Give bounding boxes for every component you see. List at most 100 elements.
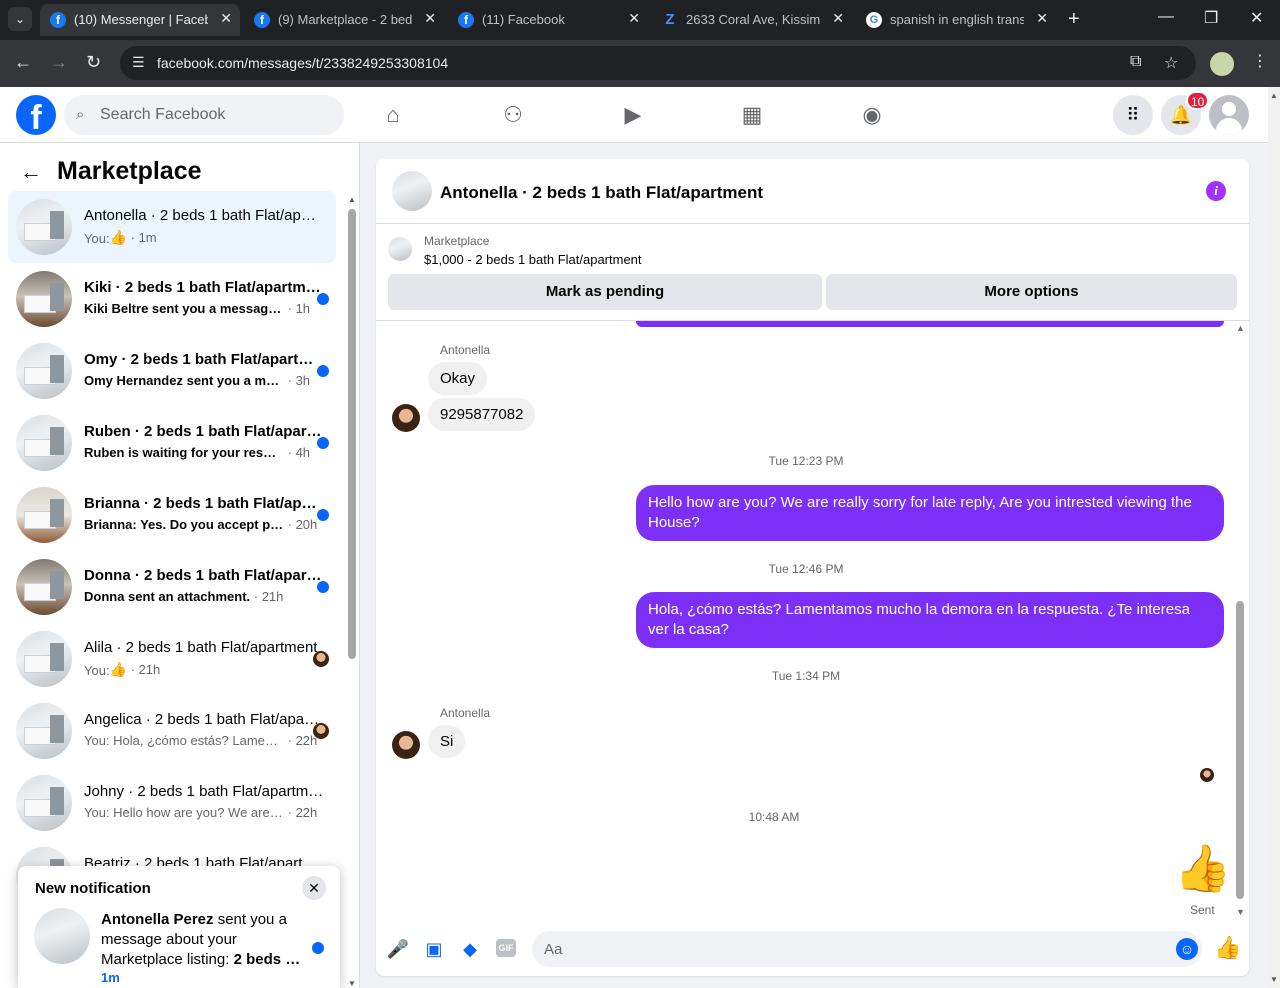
scroll-up-icon[interactable]: ▲ (1236, 323, 1245, 333)
site-settings-icon[interactable]: ☰ (132, 54, 145, 71)
conversation-item[interactable]: Alila · 2 beds 1 bath Flat/apartment You:… (8, 623, 336, 695)
incoming-message[interactable]: Okay (428, 362, 488, 395)
conversation-item[interactable]: Johny · 2 beds 1 bath Flat/apartment You:… (8, 767, 336, 839)
gaming-icon[interactable]: ◉ (858, 101, 886, 129)
video-icon[interactable]: ▶ (619, 101, 647, 129)
close-tab-icon[interactable]: ✕ (1036, 10, 1048, 27)
install-app-icon[interactable]: ⧉ (1130, 53, 1141, 71)
microphone-icon[interactable]: 🎤 (386, 937, 410, 961)
mark-as-pending-button[interactable]: Mark as pending (388, 274, 822, 310)
conversation-item[interactable]: Donna · 2 beds 1 bath Flat/apartment Donn… (8, 551, 336, 623)
close-window-icon[interactable]: ✕ (1250, 8, 1263, 28)
search-input[interactable] (100, 104, 330, 126)
tab-search-chevron-icon[interactable]: ⌄ (8, 7, 32, 31)
friends-icon[interactable]: ⚇ (499, 101, 527, 129)
preview-text: Brianna: Yes. Do you accept pets? (84, 517, 284, 532)
new-tab-icon[interactable]: + (1068, 8, 1080, 30)
browser-tab-facebook[interactable]: f (11) Facebook ✕ (448, 4, 648, 36)
back-arrow-icon[interactable]: ← (14, 52, 32, 73)
conversation-time: 4h (295, 445, 311, 460)
listing-summary[interactable]: $1,000 - 2 beds 1 bath Flat/apartment (424, 252, 642, 267)
scroll-up-icon[interactable]: ▲ (1270, 91, 1278, 100)
conversation-name: Ruben · 2 beds 1 bath Flat/apartment (84, 423, 324, 440)
listing-thumbnail (16, 559, 72, 615)
close-tab-icon[interactable]: ✕ (628, 10, 640, 27)
conversation-preview: You: 👍 · 21h (84, 661, 324, 678)
close-tab-icon[interactable]: ✕ (832, 10, 844, 27)
address-bar[interactable]: ☰ facebook.com/messages/t/23382492533081… (120, 46, 1196, 80)
previous-message-bubble (636, 321, 1224, 327)
forward-arrow-icon[interactable]: → (50, 52, 68, 73)
listing-thumbnail (16, 271, 72, 327)
page-scrollbar[interactable]: ▲ ▼ (1268, 87, 1280, 988)
chat-scrollbar[interactable]: ▲ ▼ (1234, 321, 1246, 917)
contact-avatar[interactable] (392, 404, 420, 432)
scroll-down-icon[interactable]: ▼ (1236, 907, 1245, 917)
back-arrow-icon[interactable]: ← (20, 159, 42, 185)
outgoing-message[interactable]: Hello how are you? We are really sorry f… (636, 485, 1224, 541)
more-options-button[interactable]: More options (826, 274, 1237, 310)
marketplace-label: Marketplace (424, 234, 490, 248)
sticker-icon[interactable]: ◆ (458, 937, 482, 961)
conversation-time: 1h (295, 301, 311, 316)
scroll-down-icon[interactable]: ▼ (348, 979, 356, 988)
minimize-icon[interactable]: — (1158, 8, 1174, 26)
conversation-time: 21h (261, 589, 284, 604)
close-tab-icon[interactable]: ✕ (220, 10, 232, 27)
chat-title[interactable]: Antonella · 2 beds 1 bath Flat/apartment (440, 183, 763, 203)
facebook-icon: f (50, 12, 66, 28)
chat-listing-avatar[interactable] (392, 171, 432, 211)
url-text: facebook.com/messages/t/2338249253308104 (157, 55, 449, 71)
conversation-item[interactable]: Antonella · 2 beds 1 bath Flat/apartment… (8, 191, 336, 263)
scroll-up-icon[interactable]: ▲ (348, 195, 356, 204)
notification-toast[interactable]: New notification ✕ Antonella Perez sent … (18, 866, 340, 988)
browser-tab-google[interactable]: G spanish in english translate ✕ (856, 4, 1056, 36)
incoming-message[interactable]: 9295877082 (428, 398, 536, 431)
emoji-icon[interactable]: ☺ (1176, 938, 1198, 960)
tab-title: spanish in english translate (890, 12, 1024, 27)
close-tab-icon[interactable]: ✕ (424, 10, 436, 27)
gif-icon[interactable]: GIF (496, 939, 516, 957)
facebook-logo-icon[interactable]: f (16, 95, 56, 135)
conversation-item[interactable]: Brianna · 2 beds 1 bath Flat/apartment Br… (8, 479, 336, 551)
browser-menu-icon[interactable]: ⋮ (1252, 51, 1268, 71)
info-icon[interactable]: i (1206, 181, 1226, 201)
restore-icon[interactable]: ❐ (1204, 8, 1218, 28)
thumbs-up-sticker-icon[interactable]: 👍 (1174, 843, 1231, 893)
close-icon[interactable]: ✕ (302, 876, 326, 900)
marketplace-icon[interactable]: ▦ (738, 101, 766, 129)
inbox-scrollbar[interactable]: ▲ ▼ (347, 195, 357, 988)
conversation-name: Johny · 2 beds 1 bath Flat/apartment (84, 783, 324, 800)
scroll-thumb[interactable] (1236, 601, 1244, 899)
conversation-item[interactable]: Kiki · 2 beds 1 bath Flat/apartment Kiki … (8, 263, 336, 335)
send-like-icon[interactable]: 👍 (1214, 935, 1241, 961)
bookmark-star-icon[interactable]: ☆ (1164, 53, 1178, 73)
scroll-down-icon[interactable]: ▼ (1270, 975, 1278, 984)
preview-text: Kiki Beltre sent you a message about you… (84, 301, 284, 316)
conversation-item[interactable]: Ruben · 2 beds 1 bath Flat/apartment Rube… (8, 407, 336, 479)
photo-icon[interactable]: ▣ (422, 937, 446, 961)
browser-tab-messenger[interactable]: f (10) Messenger | Facebook ✕ (40, 4, 240, 36)
reload-icon[interactable]: ↻ (86, 52, 101, 73)
account-avatar[interactable] (1209, 95, 1249, 135)
message-composer[interactable]: ☺ (532, 931, 1202, 967)
browser-profile-avatar[interactable] (1210, 52, 1234, 76)
menu-grid-icon[interactable]: ⠿ (1113, 95, 1153, 135)
outgoing-message[interactable]: Hola, ¿cómo estás? Lamentamos mucho la d… (636, 592, 1224, 648)
conversation-item[interactable]: Omy · 2 beds 1 bath Flat/apartment Omy He… (8, 335, 336, 407)
facebook-search[interactable]: ⌕ (64, 95, 344, 135)
contact-avatar[interactable] (392, 731, 420, 759)
preview-separator: · (127, 230, 139, 245)
conversation-item[interactable]: Angelica · 2 beds 1 bath Flat/apartment Y… (8, 695, 336, 767)
incoming-message[interactable]: Si (428, 725, 466, 758)
conversation-time: 20h (295, 517, 318, 532)
browser-tab-marketplace[interactable]: f (9) Marketplace - 2 beds ✕ (244, 4, 444, 36)
conversation-name: Donna · 2 beds 1 bath Flat/apartment (84, 567, 324, 584)
scroll-thumb[interactable] (348, 209, 356, 659)
message-input[interactable] (544, 939, 1144, 959)
home-icon[interactable]: ⌂ (379, 101, 407, 129)
browser-tab-zillow[interactable]: Z 2633 Coral Ave, Kissimmee ✕ (652, 4, 852, 36)
read-receipt-avatar (1200, 768, 1214, 782)
toast-time: 1m (101, 970, 120, 985)
facebook-icon: f (254, 12, 270, 28)
